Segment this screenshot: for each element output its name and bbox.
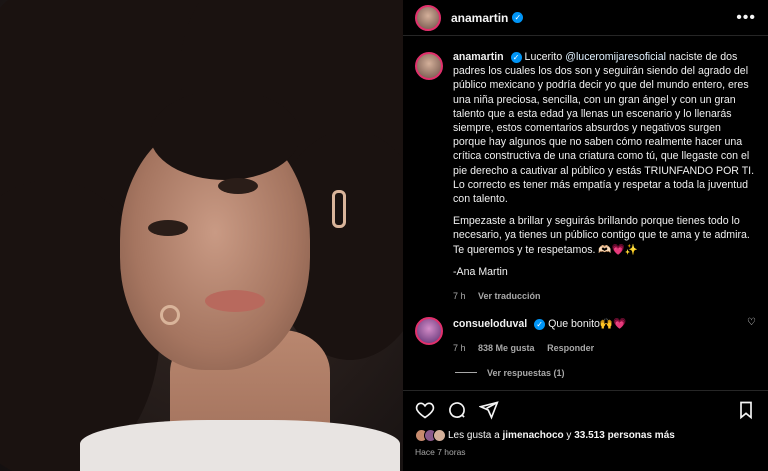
view-replies-label: Ver respuestas (1) xyxy=(487,367,565,378)
comment-icon[interactable] xyxy=(447,400,467,420)
comment-meta: 7 h 838 Me gusta Responder xyxy=(453,341,741,355)
caption-username[interactable]: anamartin xyxy=(453,51,504,63)
caption-signature: -Ana Martin xyxy=(453,265,508,278)
likes-prefix: Les gusta a xyxy=(448,430,500,441)
commenter-avatar[interactable] xyxy=(415,317,443,346)
translate-link[interactable]: Ver traducción xyxy=(478,291,541,301)
post-header: anamartin ✓ ••• xyxy=(403,0,768,36)
caption-avatar[interactable] xyxy=(415,52,443,80)
caption-mention[interactable]: @luceromijaresoficial xyxy=(565,51,666,63)
caption-time: 7 h xyxy=(453,291,466,302)
author-avatar[interactable] xyxy=(415,4,441,31)
comment-time: 7 h xyxy=(453,343,466,354)
likes-user-link[interactable]: jimenachoco xyxy=(503,430,564,441)
comments-area: anamartin ✓ Lucerito @luceromijaresofici… xyxy=(403,36,768,386)
commenter-username[interactable]: consueloduval xyxy=(453,318,527,330)
likes-summary: Les gusta a jimenachoco y 33.513 persona… xyxy=(415,429,756,442)
post-photo xyxy=(0,0,403,471)
more-options-icon[interactable]: ••• xyxy=(736,9,756,27)
comment-text: Que bonito🙌💗 xyxy=(548,318,627,331)
author-username[interactable]: anamartin xyxy=(451,11,508,25)
caption-paragraph-2: Empezaste a brillar y seguirás brillando… xyxy=(453,215,750,256)
likes-count-link[interactable]: 33.513 personas más xyxy=(574,430,675,441)
save-bookmark-icon[interactable] xyxy=(736,400,756,420)
caption-intro: Lucerito xyxy=(524,51,563,63)
caption-meta: 7 h Ver traducción xyxy=(453,289,756,303)
liker-avatars xyxy=(415,429,446,442)
like-heart-icon[interactable] xyxy=(415,400,435,420)
post-panel: anamartin ✓ ••• anamartin ✓ Lucerito @lu… xyxy=(403,0,768,471)
reply-button[interactable]: Responder xyxy=(547,343,594,353)
comment-likes[interactable]: 838 Me gusta xyxy=(478,343,535,353)
verified-badge-icon: ✓ xyxy=(510,51,522,63)
comment-like-heart-icon[interactable]: ♡ xyxy=(747,317,756,328)
verified-badge-icon: ✓ xyxy=(534,318,546,330)
caption: anamartin ✓ Lucerito @luceromijaresofici… xyxy=(415,50,756,303)
comment-item: consueloduval ✓ Que bonito🙌💗 7 h 838 Me … xyxy=(415,317,756,355)
post-time: Hace 7 horas xyxy=(415,447,466,457)
verified-badge-icon: ✓ xyxy=(512,12,524,23)
share-icon[interactable] xyxy=(479,400,499,420)
caption-text: naciste de dos padres los cuales los dos… xyxy=(453,51,755,206)
post-actions: Les gusta a jimenachoco y 33.513 persona… xyxy=(403,390,768,457)
view-replies-button[interactable]: Ver respuestas (1) xyxy=(455,368,756,378)
replies-divider xyxy=(455,372,477,374)
likes-mid: y xyxy=(566,430,572,441)
